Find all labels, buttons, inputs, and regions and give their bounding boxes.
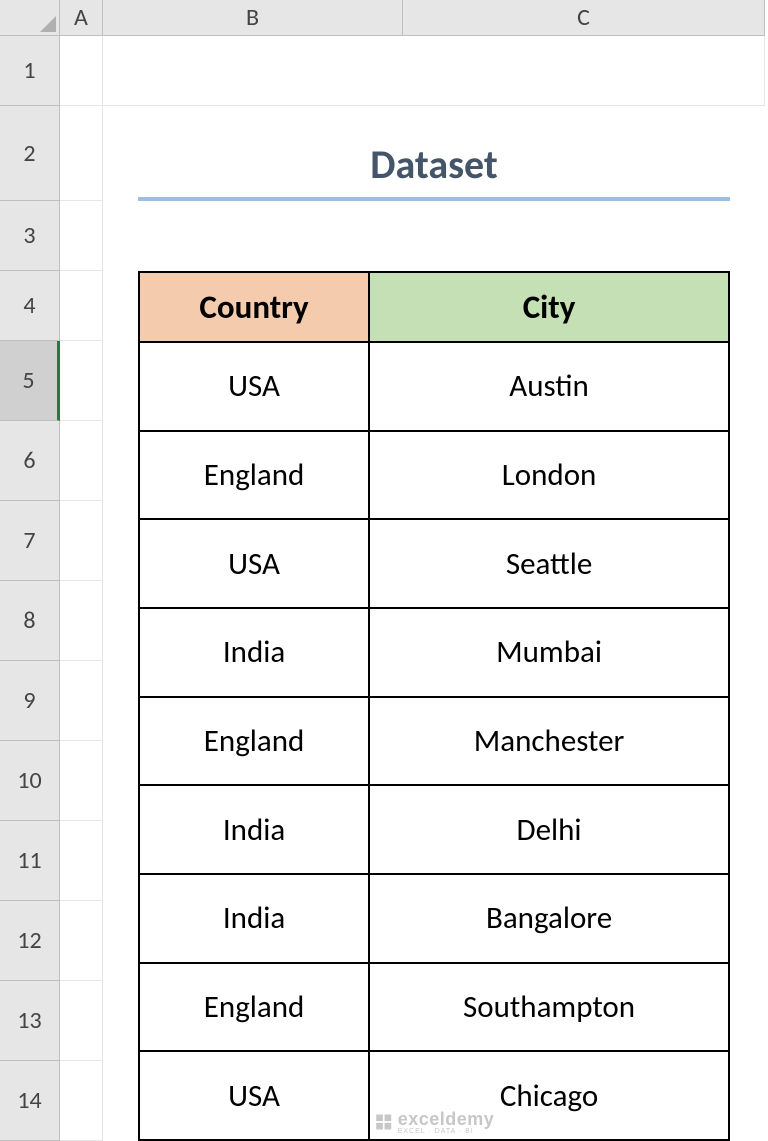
cell-A14[interactable] <box>60 1061 103 1141</box>
table-row: EnglandSouthampton <box>139 963 729 1052</box>
cell-A7[interactable] <box>60 501 103 581</box>
row-header-1[interactable]: 1 <box>0 36 60 106</box>
column-header-B[interactable]: B <box>103 0 403 36</box>
cell-city[interactable]: Delhi <box>369 785 729 874</box>
watermark-brand: exceldemy <box>398 1109 495 1130</box>
cell-city[interactable]: Southampton <box>369 963 729 1052</box>
cell-A8[interactable] <box>60 581 103 661</box>
cell-A5[interactable] <box>60 341 103 421</box>
cell-city[interactable]: London <box>369 431 729 520</box>
cell-A6[interactable] <box>60 421 103 501</box>
cell-country[interactable]: USA <box>139 519 369 608</box>
row-header-11[interactable]: 11 <box>0 821 60 901</box>
cell-A11[interactable] <box>60 821 103 901</box>
cell-city[interactable]: Seattle <box>369 519 729 608</box>
row-header-12[interactable]: 12 <box>0 901 60 981</box>
row-header-6[interactable]: 6 <box>0 421 60 501</box>
row-header-9[interactable]: 9 <box>0 661 60 741</box>
watermark-logo-icon <box>374 1112 394 1132</box>
dataset-title: Dataset <box>138 106 730 201</box>
cell-city[interactable]: Mumbai <box>369 608 729 697</box>
spreadsheet-grid: A B C 1 2 Dataset 3 4 Country City USAAu… <box>0 0 768 1141</box>
header-country[interactable]: Country <box>139 272 369 342</box>
row-header-7[interactable]: 7 <box>0 501 60 581</box>
row-header-10[interactable]: 10 <box>0 741 60 821</box>
row-header-5[interactable]: 5 <box>0 341 60 421</box>
row-header-8[interactable]: 8 <box>0 581 60 661</box>
row-header-4[interactable]: 4 <box>0 271 60 341</box>
select-all-corner[interactable] <box>0 0 60 36</box>
cell-A9[interactable] <box>60 661 103 741</box>
data-table-container: Country City USAAustin EnglandLondon USA… <box>103 271 765 1141</box>
row-header-14[interactable]: 14 <box>0 1061 60 1141</box>
cell-country[interactable]: India <box>139 608 369 697</box>
cell-A12[interactable] <box>60 901 103 981</box>
table-row: EnglandLondon <box>139 431 729 520</box>
cell-country[interactable]: England <box>139 697 369 786</box>
select-all-triangle-icon <box>40 16 56 32</box>
table-row: IndiaMumbai <box>139 608 729 697</box>
cell-country[interactable]: India <box>139 874 369 963</box>
cell-A4[interactable] <box>60 271 103 341</box>
table-row: IndiaDelhi <box>139 785 729 874</box>
cell-country[interactable]: USA <box>139 342 369 431</box>
cell-B3-C3[interactable] <box>103 201 765 271</box>
watermark: exceldemy EXCEL · DATA · BI <box>374 1109 495 1135</box>
cell-country[interactable]: England <box>139 431 369 520</box>
cell-city[interactable]: Austin <box>369 342 729 431</box>
cell-B1-C1[interactable] <box>103 36 765 106</box>
header-city[interactable]: City <box>369 272 729 342</box>
table-row: USASeattle <box>139 519 729 608</box>
cell-A1[interactable] <box>60 36 103 106</box>
column-header-C[interactable]: C <box>403 0 765 36</box>
cell-country[interactable]: England <box>139 963 369 1052</box>
cell-city[interactable]: Manchester <box>369 697 729 786</box>
data-table: Country City USAAustin EnglandLondon USA… <box>138 271 730 1141</box>
cell-A10[interactable] <box>60 741 103 821</box>
row-header-3[interactable]: 3 <box>0 201 60 271</box>
cell-country[interactable]: India <box>139 785 369 874</box>
table-row: EnglandManchester <box>139 697 729 786</box>
cell-A2[interactable] <box>60 106 103 201</box>
row-header-2[interactable]: 2 <box>0 106 60 201</box>
cell-A13[interactable] <box>60 981 103 1061</box>
cell-A3[interactable] <box>60 201 103 271</box>
table-row: USAAustin <box>139 342 729 431</box>
row-header-13[interactable]: 13 <box>0 981 60 1061</box>
column-header-A[interactable]: A <box>60 0 103 36</box>
cell-country[interactable]: USA <box>139 1051 369 1140</box>
table-header-row: Country City <box>139 272 729 342</box>
table-row: IndiaBangalore <box>139 874 729 963</box>
cell-city[interactable]: Bangalore <box>369 874 729 963</box>
